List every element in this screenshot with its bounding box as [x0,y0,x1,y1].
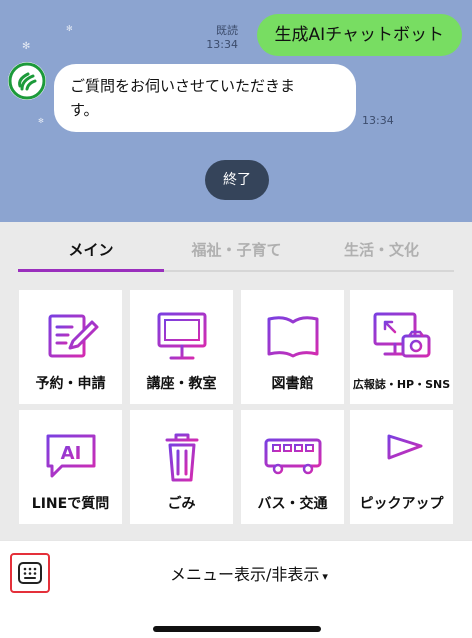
user-message-time: 13:34 [206,38,238,51]
bot-message-line: す。 [70,101,99,119]
tile-label: ピックアップ [359,496,444,512]
menu-toggle[interactable]: メニュー表示/非表示 ▾ [170,561,328,585]
keyboard-icon [18,562,42,584]
user-message-bubble: 生成AIチャットボット [256,14,462,56]
monitor-icon [157,312,207,360]
bot-message-line: ご質問をお伺いさせていただきま [70,77,296,95]
bot-message-time: 13:34 [362,114,394,127]
bot-avatar[interactable] [8,62,46,100]
pencil-form-icon [48,314,99,358]
end-chat-button[interactable]: 終了 [205,160,269,200]
tile-bus-transport[interactable]: バス・交通 [241,410,344,524]
snowflake-decoration: ✻ [66,24,73,33]
tab-main[interactable]: メイン [18,236,164,270]
home-indicator[interactable] [153,626,321,632]
tab-welfare-childcare[interactable]: 福祉・子育て [164,236,309,270]
tile-reservation-application[interactable]: 予約・申請 [19,290,122,404]
chevron-down-icon: ▾ [322,570,328,583]
rich-menu: メイン 福祉・子育て 生活・文化 予約・申請 講座・教室 図書館 広報誌・HP・… [0,222,472,540]
svg-text:AI: AI [61,443,82,464]
tile-label: 図書館 [271,376,314,392]
city-logo-icon [8,62,46,100]
bus-icon [264,438,322,475]
ai-chat-bubble-icon: AI [46,434,96,478]
keyboard-toggle-button[interactable] [10,553,50,593]
tile-label: 予約・申請 [35,376,106,392]
tile-line-question[interactable]: AI LINEで質問 [19,410,122,524]
trash-can-icon [165,433,199,482]
tile-library[interactable]: 図書館 [241,290,344,404]
input-footer: メニュー表示/非表示 ▾ [0,540,472,638]
snowflake-decoration: ✻ [38,117,44,125]
tile-courses-classes[interactable]: 講座・教室 [130,290,233,404]
tile-label: バス・交通 [257,496,328,512]
read-status: 既読 [216,24,238,37]
flag-icon [387,432,423,482]
bot-message-bubble: ご質問をお伺いさせていただきま す。 [54,64,356,132]
tile-label: LINEで質問 [31,496,110,512]
tile-label: 広報誌・HP・SNS [352,378,451,391]
tile-pr-hp-sns[interactable]: 広報誌・HP・SNS [350,290,453,404]
menu-toggle-label: メニュー表示/非表示 [170,565,320,584]
chat-area: ✻ ✻ ✻ 既読 13:34 生成AIチャットボット ご質問をお伺いさせていただ… [0,0,472,222]
open-book-icon [267,316,319,358]
monitor-camera-icon [373,312,431,358]
tile-label: 講座・教室 [146,376,217,392]
tab-life-culture[interactable]: 生活・文化 [309,236,454,270]
menu-tabs: メイン 福祉・子育て 生活・文化 [18,236,454,272]
active-tab-indicator [18,269,164,272]
tile-garbage[interactable]: ごみ [130,410,233,524]
tile-label: ごみ [167,496,196,512]
snowflake-decoration: ✻ [22,41,31,52]
tile-pickup[interactable]: ピックアップ [350,410,453,524]
